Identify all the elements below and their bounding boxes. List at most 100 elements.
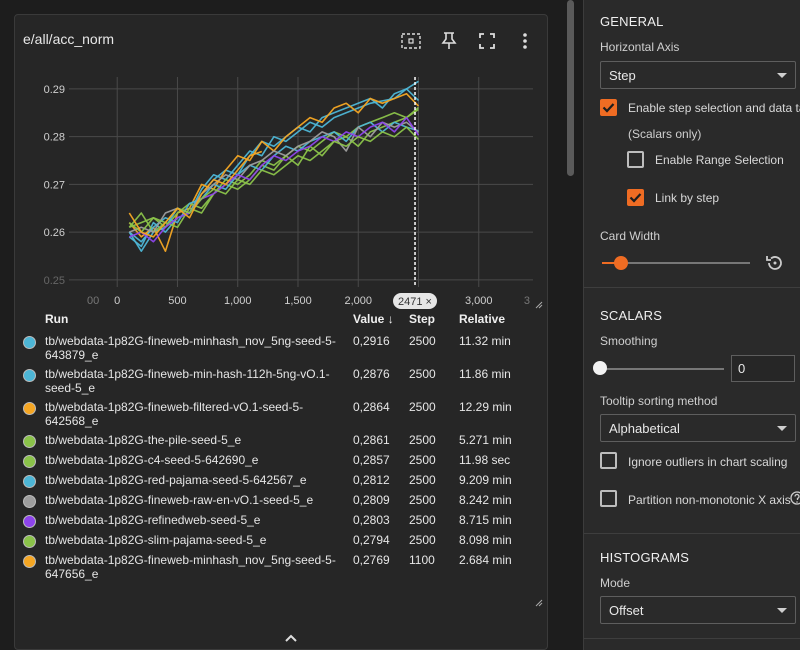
chevron-up-icon[interactable] xyxy=(283,632,299,644)
x-tick-label: 00 xyxy=(87,295,99,307)
step-cursor-label: 2471 × xyxy=(398,296,432,308)
table-row[interactable]: tb/webdata-1p82G-slim-pajama-seed-5_e 0,2… xyxy=(23,533,543,548)
tooltip-sort-select[interactable]: Alphabetical xyxy=(600,414,796,442)
divider xyxy=(584,638,800,639)
run-step: 2500 xyxy=(409,533,436,547)
run-value: 0,2809 xyxy=(353,493,390,507)
scalars-only-note: (Scalars only) xyxy=(628,127,702,141)
y-tick-label: 0.26 xyxy=(44,227,65,239)
ignore-outliers-checkbox[interactable] xyxy=(600,452,617,469)
run-relative: 9.209 min xyxy=(459,473,512,487)
run-value: 0,2864 xyxy=(353,400,390,414)
run-relative: 11.98 sec xyxy=(459,453,511,467)
header-value[interactable]: Value ↓ xyxy=(353,312,409,326)
divider xyxy=(584,533,800,534)
run-relative: 8.715 min xyxy=(459,513,512,527)
run-step: 2500 xyxy=(409,334,436,348)
y-tick-label: 0.28 xyxy=(44,132,65,144)
scalar-card: e/all/acc_norm 0005001,0001,5002,0002,50… xyxy=(14,14,548,650)
range-selection-checkbox[interactable] xyxy=(627,151,644,168)
table-resize-handle-icon[interactable] xyxy=(533,597,543,607)
run-name: tb/webdata-1p82G-c4-seed-5-642690_e xyxy=(45,453,259,467)
run-color-swatch xyxy=(23,473,45,488)
table-row[interactable]: tb/webdata-1p82G-fineweb-filtered-vO.1-s… xyxy=(23,400,543,428)
run-name: tb/webdata-1p82G-the-pile-seed-5_e xyxy=(45,433,242,447)
run-name: tb/webdata-1p82G-fineweb-raw-en-vO.1-see… xyxy=(45,493,314,507)
mode-value: Offset xyxy=(609,602,644,618)
x-tick-label: 0 xyxy=(114,295,120,307)
chart-resize-handle-icon[interactable] xyxy=(533,299,543,309)
table-row[interactable]: tb/webdata-1p82G-red-pajama-seed-5-64256… xyxy=(23,473,543,488)
run-color-swatch xyxy=(23,453,45,468)
x-tick-label: 2,000 xyxy=(344,295,372,307)
sort-desc-icon: ↓ xyxy=(387,312,394,326)
run-step: 2500 xyxy=(409,433,436,447)
step-selection-checkbox[interactable] xyxy=(600,99,617,116)
help-icon[interactable] xyxy=(790,491,800,505)
run-color-swatch xyxy=(23,553,45,568)
mode-select[interactable]: Offset xyxy=(600,596,796,624)
table-row[interactable]: tb/webdata-1p82G-fineweb-raw-en-vO.1-see… xyxy=(23,493,543,508)
chevron-down-icon xyxy=(777,608,787,613)
check-icon xyxy=(602,103,615,113)
run-relative: 2.684 min xyxy=(459,553,512,567)
run-step: 2500 xyxy=(409,473,436,487)
smoothing-input[interactable] xyxy=(731,355,795,382)
run-color-swatch xyxy=(23,493,45,508)
horizontal-axis-value: Step xyxy=(609,67,636,83)
scrollbar-thumb[interactable] xyxy=(567,0,574,176)
table-row[interactable]: tb/webdata-1p82G-c4-seed-5-642690_e 0,285… xyxy=(23,453,543,468)
reset-icon[interactable] xyxy=(765,253,785,273)
horizontal-axis-select[interactable]: Step xyxy=(600,61,796,89)
general-section-title: GENERAL xyxy=(600,14,664,29)
run-value: 0,2803 xyxy=(353,513,390,527)
run-step: 2500 xyxy=(409,453,436,467)
run-color-swatch xyxy=(23,513,45,528)
link-by-step-checkbox[interactable] xyxy=(627,189,644,206)
y-tick-label: 0.25 xyxy=(44,275,65,287)
header-relative[interactable]: Relative xyxy=(459,312,539,326)
scalars-section-title: SCALARS xyxy=(600,308,663,323)
histograms-section-title: HISTOGRAMS xyxy=(600,550,690,565)
chevron-down-icon xyxy=(777,73,787,78)
x-tick-label: 3,000 xyxy=(465,295,493,307)
card-width-label: Card Width xyxy=(600,229,661,243)
table-row[interactable]: tb/webdata-1p82G-fineweb-minhash_nov_5ng… xyxy=(23,334,543,362)
x-tick-label: 3 xyxy=(524,295,530,307)
run-relative: 5.271 min xyxy=(459,433,512,447)
run-name: tb/webdata-1p82G-red-pajama-seed-5-64256… xyxy=(45,473,307,487)
table-row[interactable]: tb/webdata-1p82G-fineweb-min-hash-112h-5… xyxy=(23,367,543,395)
header-step[interactable]: Step xyxy=(409,312,459,326)
line-chart[interactable]: 0005001,0001,5002,0002,5003,00030.290.28… xyxy=(15,15,549,315)
run-step: 2500 xyxy=(409,367,436,381)
table-row[interactable]: tb/webdata-1p82G-refinedweb-seed-5_e 0,28… xyxy=(23,513,543,528)
divider xyxy=(584,287,800,288)
y-tick-label: 0.27 xyxy=(44,179,65,191)
table-row[interactable]: tb/webdata-1p82G-fineweb-minhash_nov_5ng… xyxy=(23,553,543,581)
run-value: 0,2857 xyxy=(353,453,390,467)
smoothing-slider-track[interactable] xyxy=(600,368,724,370)
table-body: tb/webdata-1p82G-fineweb-minhash_nov_5ng… xyxy=(23,329,543,615)
run-value: 0,2876 xyxy=(353,367,390,381)
smoothing-slider-thumb[interactable] xyxy=(593,361,607,375)
step-selection-label: Enable step selection and data table xyxy=(628,101,800,115)
run-name: tb/webdata-1p82G-fineweb-filtered-vO.1-s… xyxy=(45,400,304,428)
run-color-swatch xyxy=(23,367,45,382)
run-color-swatch xyxy=(23,433,45,448)
run-relative: 11.32 min xyxy=(459,334,511,348)
tooltip-sort-value: Alphabetical xyxy=(609,420,680,436)
partition-checkbox[interactable] xyxy=(600,490,617,507)
run-name: tb/webdata-1p82G-refinedweb-seed-5_e xyxy=(45,513,261,527)
header-run[interactable]: Run xyxy=(23,312,353,326)
card-width-slider-thumb[interactable] xyxy=(614,256,629,270)
run-step: 2500 xyxy=(409,493,436,507)
mode-label: Mode xyxy=(600,576,631,590)
run-color-swatch xyxy=(23,334,45,349)
chevron-down-icon xyxy=(777,426,787,431)
x-tick-label: 1,500 xyxy=(284,295,312,307)
table-row[interactable]: tb/webdata-1p82G-the-pile-seed-5_e 0,2861… xyxy=(23,433,543,448)
run-relative: 8.098 min xyxy=(459,533,512,547)
run-value: 0,2769 xyxy=(353,553,390,567)
run-relative: 12.29 min xyxy=(459,400,512,414)
run-value: 0,2794 xyxy=(353,533,390,547)
